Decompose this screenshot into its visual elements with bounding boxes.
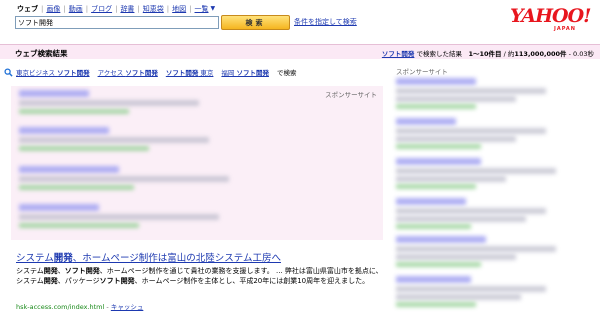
related-search-link[interactable]: アクセス ソフト開発 bbox=[98, 67, 158, 77]
advanced-search-link[interactable]: 条件を指定して検索 bbox=[294, 17, 357, 27]
blurred-ad-text bbox=[396, 176, 506, 182]
blurred-ad-text bbox=[396, 216, 526, 222]
sponsor-label: スポンサーサイト bbox=[325, 91, 377, 99]
related-search-link[interactable]: 東京ビジネス ソフト開発 bbox=[16, 67, 90, 77]
blurred-ad-title[interactable] bbox=[396, 198, 466, 205]
blurred-ad-text bbox=[396, 136, 516, 142]
vertical-nav: ウェブ | 画像 | 動画 | ブログ | 辞書 | 知恵袋 | 地図 | 一覧… bbox=[14, 3, 215, 14]
blurred-ad-title[interactable] bbox=[396, 78, 476, 85]
blurred-ad-url bbox=[396, 302, 476, 307]
blurred-ad-text bbox=[396, 96, 516, 102]
blurred-ad-text bbox=[396, 254, 516, 260]
result-snippet: システム開発、ソフト開発、ホームページ制作を通じて貴社の業務を支援します。 ..… bbox=[16, 267, 383, 285]
blurred-ad-url bbox=[396, 224, 471, 229]
nav-tab-web[interactable]: ウェブ bbox=[14, 4, 41, 14]
blurred-ad-text bbox=[396, 294, 521, 300]
nav-tab-video[interactable]: 動画 bbox=[66, 4, 86, 14]
blurred-ad-url bbox=[396, 104, 476, 109]
blurred-ad-text bbox=[396, 128, 546, 134]
blurred-ad-title[interactable] bbox=[19, 90, 89, 97]
search-input[interactable] bbox=[15, 16, 219, 29]
blurred-ad-text bbox=[19, 137, 209, 143]
nav-tab-map[interactable]: 地図 bbox=[169, 4, 189, 14]
result-title-link[interactable]: システム開発、ホームページ制作は富山の北陸システム工房へ bbox=[16, 250, 281, 264]
cache-link[interactable]: キャッシュ bbox=[111, 303, 144, 311]
result-url-line: hsk-access.com/index.html - キャッシュ bbox=[16, 303, 144, 311]
blurred-ad-text bbox=[396, 286, 546, 292]
blurred-ad-url bbox=[19, 185, 134, 190]
result-stats: ソフト開発 で検索した結果 1～10件目 / 約113,000,000件 - 0… bbox=[381, 50, 594, 58]
blurred-ad-text bbox=[396, 208, 546, 214]
search-icon bbox=[4, 67, 13, 77]
blurred-ad-url bbox=[396, 184, 476, 189]
blurred-ad-url bbox=[396, 262, 481, 267]
result-header-bar: ウェブ検索結果 ソフト開発 で検索した結果 1～10件目 / 約113,000,… bbox=[0, 44, 600, 59]
sponsor-ads-box: スポンサーサイト bbox=[11, 86, 383, 240]
blurred-ad-title[interactable] bbox=[396, 118, 456, 125]
blurred-ad-title[interactable] bbox=[19, 127, 109, 134]
blurred-ad-url bbox=[19, 223, 139, 228]
result-query-link[interactable]: ソフト開発 bbox=[382, 50, 415, 58]
blurred-ad-url bbox=[396, 144, 481, 149]
related-search-link[interactable]: 福岡 ソフト開発 bbox=[221, 67, 269, 77]
right-sponsor-label: スポンサーサイト bbox=[396, 68, 448, 76]
nav-tab-images[interactable]: 画像 bbox=[43, 4, 63, 14]
yahoo-japan-logo[interactable]: YAHOO! JAPAN bbox=[510, 5, 591, 35]
blurred-ad-url bbox=[19, 146, 149, 151]
blurred-ad-title[interactable] bbox=[19, 204, 99, 211]
blurred-ad-text bbox=[19, 100, 199, 106]
related-searches: 東京ビジネス ソフト開発 アクセス ソフト開発 ソフト開発 東京 福岡 ソフト開… bbox=[4, 66, 296, 78]
nav-tab-dictionary[interactable]: 辞書 bbox=[117, 4, 137, 14]
result-url: hsk-access.com/index.html bbox=[16, 303, 105, 311]
results-heading: ウェブ検索結果 bbox=[15, 49, 68, 58]
chevron-down-icon[interactable]: ▼ bbox=[211, 5, 216, 12]
related-search-link[interactable]: ソフト開発 東京 bbox=[166, 67, 214, 77]
related-searches-suffix: で検索 bbox=[276, 69, 297, 77]
nav-tab-chiebukuro[interactable]: 知恵袋 bbox=[140, 4, 167, 14]
blurred-ad-text bbox=[19, 176, 229, 182]
blurred-ad-text bbox=[396, 246, 556, 252]
blurred-ad-url bbox=[19, 109, 129, 114]
search-button[interactable]: 検索 bbox=[221, 15, 290, 30]
nav-tab-blog[interactable]: ブログ bbox=[88, 4, 115, 14]
blurred-ad-title[interactable] bbox=[396, 158, 481, 165]
logo-subtitle: JAPAN bbox=[554, 26, 576, 32]
blurred-ad-title[interactable] bbox=[396, 236, 486, 243]
blurred-ad-text bbox=[396, 168, 556, 174]
logo-wordmark: YAHOO! bbox=[510, 5, 591, 27]
blurred-ad-text bbox=[396, 88, 546, 94]
blurred-ad-title[interactable] bbox=[19, 166, 119, 173]
blurred-ad-title[interactable] bbox=[396, 276, 471, 283]
nav-more-link[interactable]: 一覧 bbox=[192, 4, 211, 14]
blurred-ad-text bbox=[19, 214, 219, 220]
